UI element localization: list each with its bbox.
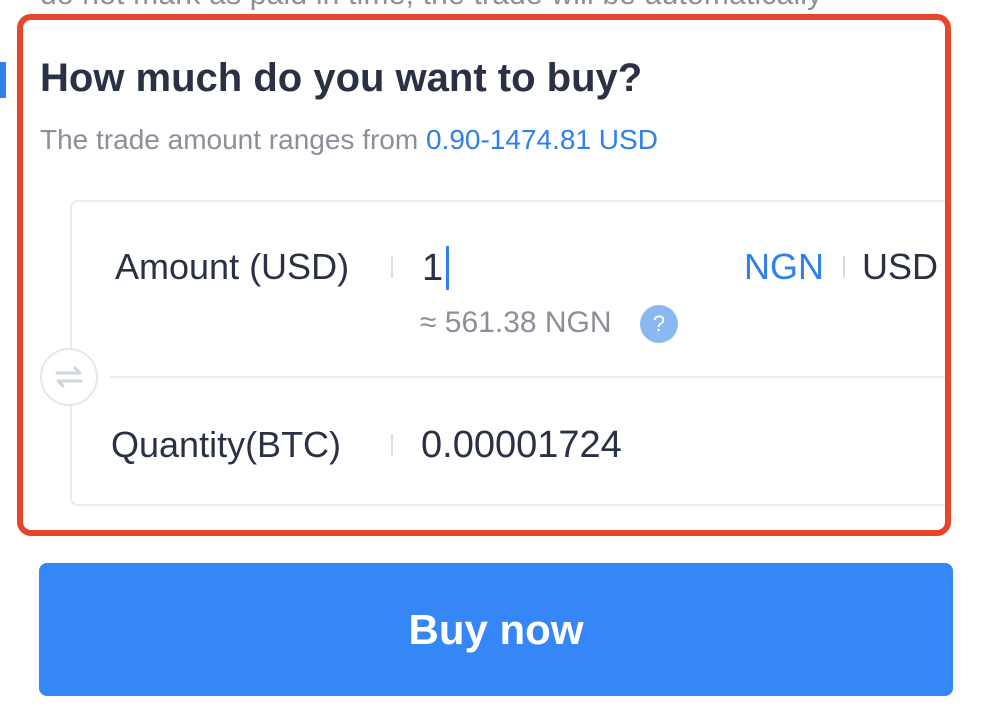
currency-option-ngn[interactable]: NGN bbox=[744, 246, 824, 288]
auto-cancel-notice: do not mark as paid in time, the trade w… bbox=[40, 0, 822, 12]
trade-range-value: 0.90-1474.81 USD bbox=[425, 124, 658, 155]
amount-value[interactable]: 1 bbox=[422, 247, 443, 290]
swap-icon[interactable] bbox=[40, 348, 98, 406]
swap-arrows-icon bbox=[55, 366, 83, 388]
currency-option-usd[interactable]: USD bbox=[862, 246, 938, 288]
quantity-separator bbox=[391, 434, 393, 456]
trade-range-prefix: The trade amount ranges from bbox=[40, 124, 426, 155]
help-icon[interactable]: ? bbox=[640, 305, 678, 343]
quantity-input[interactable]: 0.00001724 bbox=[421, 424, 622, 467]
currency-separator bbox=[843, 256, 845, 278]
trade-range-text: The trade amount ranges from 0.90-1474.8… bbox=[40, 124, 658, 156]
amount-separator bbox=[391, 256, 393, 278]
buy-heading: How much do you want to buy? bbox=[40, 56, 643, 100]
ngn-equivalent: ≈ 561.38 NGN bbox=[420, 306, 612, 339]
section-accent-bar bbox=[0, 62, 6, 98]
buy-page: do not mark as paid in time, the trade w… bbox=[0, 0, 992, 715]
amount-input[interactable]: 1 bbox=[422, 246, 450, 290]
field-divider bbox=[110, 376, 945, 378]
buy-now-button[interactable]: Buy now bbox=[39, 563, 953, 696]
text-caret bbox=[446, 246, 450, 290]
quantity-label: Quantity(BTC) bbox=[111, 424, 342, 465]
amount-label: Amount (USD) bbox=[115, 246, 350, 287]
